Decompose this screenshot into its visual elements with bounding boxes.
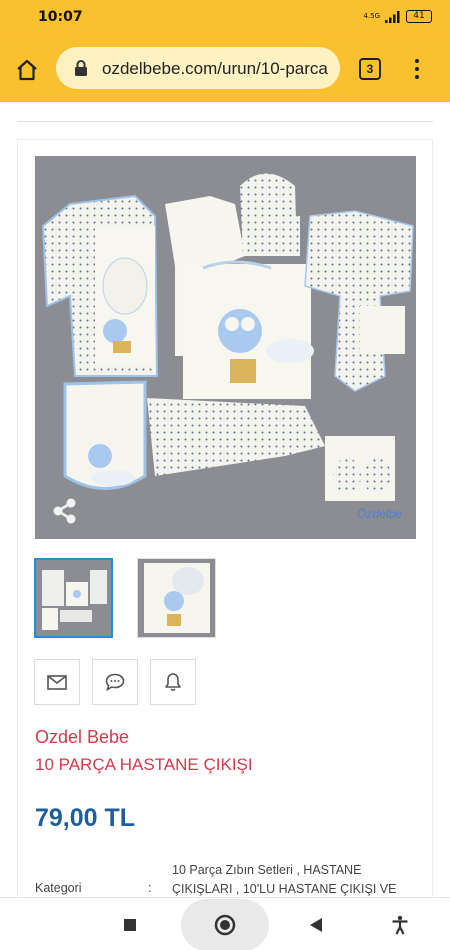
- comment-icon: [105, 673, 125, 691]
- share-icon[interactable]: [52, 498, 76, 529]
- url-text[interactable]: ozdelbebe.com/urun/10-parca: [102, 59, 338, 79]
- home-button[interactable]: [12, 55, 42, 85]
- category-label: Kategori: [35, 881, 82, 895]
- notify-button[interactable]: [150, 659, 196, 705]
- category-separator: :: [148, 881, 152, 895]
- brand-name[interactable]: Ozdel Bebe: [35, 727, 129, 748]
- thumbnail-1[interactable]: [34, 558, 113, 638]
- category-links[interactable]: 10 Parça Zıbın Setleri , HASTANE ÇIKIŞLA…: [172, 861, 412, 899]
- android-nav-bar: [0, 897, 450, 950]
- network-type-label: 4.5G: [363, 12, 380, 20]
- thumbnail-2[interactable]: [137, 558, 216, 638]
- address-bar[interactable]: ozdelbebe.com/urun/10-parca: [56, 47, 340, 89]
- envelope-icon: [47, 674, 67, 690]
- battery-indicator: 41: [406, 10, 432, 23]
- product-title: 10 PARÇA HASTANE ÇIKIŞI: [35, 755, 253, 774]
- circle-icon: [214, 914, 236, 935]
- status-time: 10:07: [38, 9, 83, 25]
- recent-apps-button[interactable]: [110, 898, 150, 950]
- square-icon: [124, 918, 136, 931]
- lock-icon: [75, 60, 87, 76]
- accessibility-icon: [392, 915, 408, 934]
- back-button[interactable]: [296, 898, 336, 950]
- divider: [17, 121, 433, 122]
- comment-button[interactable]: [92, 659, 138, 705]
- status-bar: 10:07 4.5G 41: [0, 0, 450, 38]
- nav-home-button[interactable]: [180, 898, 270, 950]
- product-price: 79,00 TL: [35, 804, 136, 832]
- more-vertical-icon[interactable]: [405, 54, 429, 84]
- home-icon: [17, 59, 37, 81]
- accessibility-button[interactable]: [380, 898, 420, 950]
- bell-icon: [165, 673, 181, 692]
- product-main-image[interactable]: Özdelbe: [35, 156, 416, 539]
- status-icons: 4.5G 41: [363, 10, 432, 23]
- mail-button[interactable]: [34, 659, 80, 705]
- image-logo-text: Özdelbe: [357, 507, 402, 521]
- tab-switcher-button[interactable]: 3: [359, 58, 381, 80]
- baby-clothes-photo: Özdelbe: [35, 156, 416, 539]
- screen: 10:07 4.5G 41 ozdelbebe.com/urun/10-parc…: [0, 0, 450, 950]
- signal-icon: [385, 10, 400, 23]
- browser-toolbar: ozdelbebe.com/urun/10-parca 3: [0, 38, 450, 102]
- triangle-back-icon: [310, 917, 322, 932]
